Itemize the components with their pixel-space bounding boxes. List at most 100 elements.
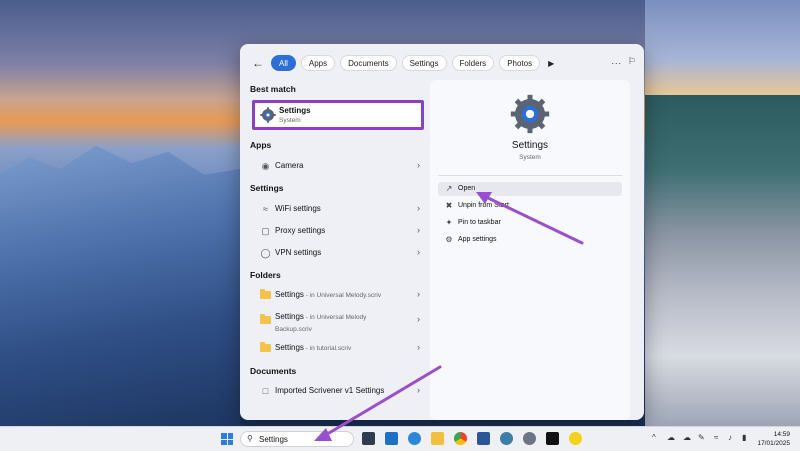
folder-name: Settings bbox=[275, 312, 304, 321]
chrome-icon[interactable] bbox=[454, 432, 467, 445]
filter-apps[interactable]: Apps bbox=[300, 55, 336, 71]
best-match-title: Settings bbox=[279, 106, 311, 115]
folder-location: - in Universal Melody.scriv bbox=[303, 292, 382, 299]
task-view-icon[interactable] bbox=[362, 432, 375, 445]
onedrive-icon[interactable]: ☁ bbox=[683, 433, 691, 442]
list-item-document[interactable]: □ Imported Scrivener v1 Settings › bbox=[250, 381, 426, 401]
proxy-icon: ▢ bbox=[261, 226, 270, 236]
filter-folders[interactable]: Folders bbox=[451, 55, 495, 71]
gear-icon: ⚙ bbox=[445, 235, 453, 244]
chevron-right-icon[interactable]: › bbox=[417, 314, 420, 324]
action-label: App settings bbox=[458, 236, 497, 243]
list-item-folder[interactable]: Settings - in Universal Melody.scriv › bbox=[250, 285, 426, 305]
wifi-icon: ≈ bbox=[263, 204, 268, 214]
more-options-icon[interactable]: ... bbox=[611, 56, 622, 66]
cloud-icon[interactable]: ☁ bbox=[667, 433, 675, 442]
pen-icon[interactable]: ✎ bbox=[698, 433, 705, 442]
wallpaper-sky bbox=[645, 0, 800, 110]
chevron-right-icon[interactable]: › bbox=[417, 385, 420, 395]
more-filters-icon[interactable]: ▶ bbox=[548, 59, 554, 68]
battery-icon[interactable]: ▮ bbox=[742, 433, 746, 442]
filter-all[interactable]: All bbox=[271, 55, 296, 71]
windows-start-icon[interactable] bbox=[221, 433, 233, 445]
clock-time: 14:59 bbox=[773, 431, 790, 438]
list-item-wifi-settings[interactable]: ≈ WiFi settings › bbox=[250, 199, 426, 219]
best-match-subtitle: System bbox=[279, 117, 301, 124]
apps-heading: Apps bbox=[250, 140, 272, 150]
list-item-folder[interactable]: Settings - in tutorial.scriv › bbox=[250, 338, 426, 358]
folders-heading: Folders bbox=[250, 270, 281, 280]
unpin-from-start-action[interactable]: ✖ Unpin from Start bbox=[438, 199, 622, 213]
settings-gear-icon bbox=[510, 94, 550, 134]
pin-icon: ✦ bbox=[445, 218, 453, 227]
list-item-label: Proxy settings bbox=[275, 226, 326, 235]
action-label: Pin to taskbar bbox=[458, 219, 501, 226]
wallpaper-mountains-left bbox=[0, 145, 240, 430]
edge-icon[interactable] bbox=[500, 432, 513, 445]
document-icon: □ bbox=[262, 386, 269, 396]
best-match-settings[interactable]: Settings System bbox=[252, 100, 424, 130]
list-item-label: WiFi settings bbox=[275, 204, 321, 213]
taskbar-search-box[interactable]: ⚲ Settings bbox=[240, 431, 354, 447]
file-explorer-icon[interactable] bbox=[431, 432, 444, 445]
shield-icon: ◯ bbox=[260, 248, 271, 258]
open-icon: ↗ bbox=[445, 184, 453, 193]
details-subtitle: System bbox=[519, 154, 541, 161]
app-settings-action[interactable]: ⚙ App settings bbox=[438, 233, 622, 247]
folder-location-line2: Backup.scriv bbox=[275, 326, 312, 333]
search-query: Settings bbox=[259, 435, 288, 444]
settings-heading: Settings bbox=[250, 183, 284, 193]
chevron-right-icon[interactable]: › bbox=[417, 203, 420, 213]
wifi-icon[interactable]: ≈ bbox=[714, 433, 718, 442]
folder-name: Settings bbox=[275, 343, 304, 352]
taskbar: ⚲ Settings ^ ☁ ☁ ✎ ≈ ♪ ▮ 14:59 17/01/202… bbox=[0, 426, 800, 451]
back-button[interactable]: ← bbox=[250, 55, 266, 71]
camera-icon: ◉ bbox=[261, 161, 270, 171]
results-list: Best match Settings System Apps ◉ Camera… bbox=[250, 80, 426, 420]
best-match-heading: Best match bbox=[250, 84, 296, 94]
list-item-label: Imported Scrivener v1 Settings bbox=[275, 386, 385, 395]
action-label: Unpin from Start bbox=[458, 202, 509, 209]
folder-name: Settings bbox=[275, 290, 304, 299]
clock-date: 17/01/2025 bbox=[757, 440, 790, 447]
search-icon: ⚲ bbox=[247, 434, 253, 443]
word-icon[interactable] bbox=[477, 432, 490, 445]
teams-icon[interactable] bbox=[408, 432, 421, 445]
apple-tv-icon[interactable] bbox=[546, 432, 559, 445]
unpin-icon: ✖ bbox=[445, 201, 453, 210]
pin-to-taskbar-action[interactable]: ✦ Pin to taskbar bbox=[438, 216, 622, 230]
folder-location: - in Universal Melody bbox=[303, 314, 367, 321]
chevron-right-icon[interactable]: › bbox=[417, 160, 420, 170]
settings-taskbar-icon[interactable] bbox=[523, 432, 536, 445]
filter-bar: ← All Apps Documents Settings Folders Ph… bbox=[250, 54, 554, 72]
filter-documents[interactable]: Documents bbox=[340, 55, 397, 71]
folder-icon bbox=[260, 289, 271, 299]
tray-chevron-icon[interactable]: ^ bbox=[652, 433, 656, 442]
open-action[interactable]: ↗ Open bbox=[438, 182, 622, 196]
filter-photos[interactable]: Photos bbox=[499, 55, 541, 71]
list-item-label: VPN settings bbox=[275, 248, 322, 257]
chevron-right-icon[interactable]: › bbox=[417, 225, 420, 235]
chevron-right-icon[interactable]: › bbox=[417, 247, 420, 257]
feedback-icon[interactable]: ⚐ bbox=[628, 56, 636, 67]
list-item-folder[interactable]: Settings - in Universal Melody Backup.scr… bbox=[250, 308, 426, 333]
folder-icon bbox=[260, 342, 271, 352]
wallpaper-mountains-right bbox=[645, 95, 800, 430]
documents-heading: Documents bbox=[250, 366, 297, 376]
norton-icon[interactable] bbox=[569, 432, 582, 445]
list-item-camera[interactable]: ◉ Camera › bbox=[250, 156, 426, 176]
volume-icon[interactable]: ♪ bbox=[728, 433, 732, 442]
list-item-proxy-settings[interactable]: ▢ Proxy settings › bbox=[250, 221, 426, 241]
settings-gear-icon bbox=[260, 107, 276, 123]
list-item-vpn-settings[interactable]: ◯ VPN settings › bbox=[250, 243, 426, 263]
details-pane: Settings System ↗ Open ✖ Unpin from Star… bbox=[430, 80, 630, 420]
details-title: Settings bbox=[511, 140, 549, 151]
clock[interactable]: 14:59 17/01/2025 bbox=[757, 430, 790, 448]
folder-icon bbox=[260, 314, 271, 324]
filter-settings[interactable]: Settings bbox=[401, 55, 447, 71]
action-label: Open bbox=[458, 185, 476, 192]
chevron-right-icon[interactable]: › bbox=[417, 289, 420, 299]
folder-location: - in tutorial.scriv bbox=[303, 345, 352, 352]
widgets-icon[interactable] bbox=[385, 432, 398, 445]
chevron-right-icon[interactable]: › bbox=[417, 342, 420, 352]
